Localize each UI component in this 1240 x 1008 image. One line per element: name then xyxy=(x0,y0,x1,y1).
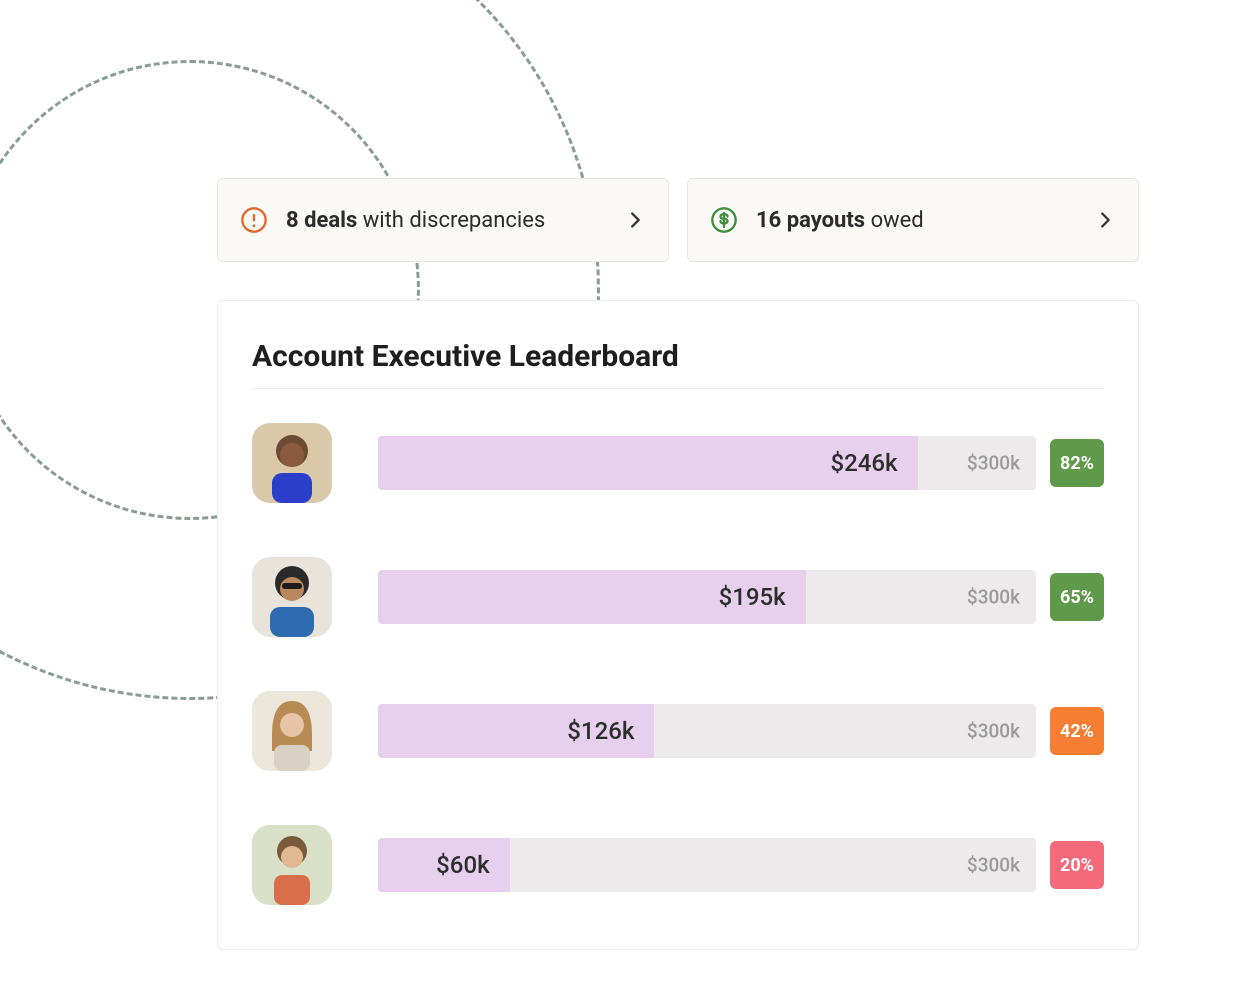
pct-badge: 20% xyxy=(1050,841,1104,889)
pct-badge: 42% xyxy=(1050,707,1104,755)
bar-target: $300k xyxy=(967,854,1020,877)
avatar xyxy=(252,825,332,905)
deals-discrepancies-text: 8 deals with discrepancies xyxy=(286,208,606,233)
leaderboard-row: $60k $300k 20% xyxy=(252,825,1104,905)
payouts-count: 16 payouts xyxy=(756,208,865,233)
panel-divider xyxy=(252,388,1104,389)
deals-rest: with discrepancies xyxy=(357,208,545,233)
bar-target: $300k xyxy=(967,586,1020,609)
leaderboard-row: $246k $300k 82% xyxy=(252,423,1104,503)
avatar xyxy=(252,423,332,503)
deals-discrepancies-card[interactable]: 8 deals with discrepancies xyxy=(217,178,669,262)
bar-target: $300k xyxy=(967,720,1020,743)
chevron-right-icon xyxy=(624,209,646,231)
payouts-rest: owed xyxy=(865,208,924,233)
bar-value: $60k xyxy=(436,851,489,879)
bar-wrap: $246k $300k 82% xyxy=(378,436,1104,490)
avatar xyxy=(252,557,332,637)
bar-fill: $195k xyxy=(378,570,806,624)
payouts-owed-card[interactable]: 16 payouts owed xyxy=(687,178,1139,262)
bar-wrap: $60k $300k 20% xyxy=(378,838,1104,892)
bar-target: $300k xyxy=(967,452,1020,475)
bar-value: $195k xyxy=(719,583,786,611)
bar-track: $195k $300k xyxy=(378,570,1036,624)
payouts-owed-text: 16 payouts owed xyxy=(756,208,1076,233)
bar-fill: $126k xyxy=(378,704,654,758)
bar-value: $246k xyxy=(830,449,897,477)
bar-fill: $60k xyxy=(378,838,510,892)
bar-wrap: $195k $300k 65% xyxy=(378,570,1104,624)
deals-count: 8 deals xyxy=(286,208,357,233)
bar-wrap: $126k $300k 42% xyxy=(378,704,1104,758)
leaderboard-rows: $246k $300k 82% $195k $300k 65% xyxy=(252,423,1104,905)
bar-fill: $246k xyxy=(378,436,918,490)
bar-track: $246k $300k xyxy=(378,436,1036,490)
pct-badge: 65% xyxy=(1050,573,1104,621)
leaderboard-row: $195k $300k 65% xyxy=(252,557,1104,637)
alerts-row: 8 deals with discrepancies 16 payouts ow… xyxy=(217,178,1139,262)
panel-title: Account Executive Leaderboard xyxy=(252,339,1104,374)
bar-track: $60k $300k xyxy=(378,838,1036,892)
alert-icon xyxy=(240,206,268,234)
chevron-right-icon xyxy=(1094,209,1116,231)
avatar xyxy=(252,691,332,771)
bar-track: $126k $300k xyxy=(378,704,1036,758)
leaderboard-row: $126k $300k 42% xyxy=(252,691,1104,771)
dollar-icon xyxy=(710,206,738,234)
leaderboard-panel: Account Executive Leaderboard $246k $300… xyxy=(217,300,1139,950)
bar-value: $126k xyxy=(567,717,634,745)
pct-badge: 82% xyxy=(1050,439,1104,487)
